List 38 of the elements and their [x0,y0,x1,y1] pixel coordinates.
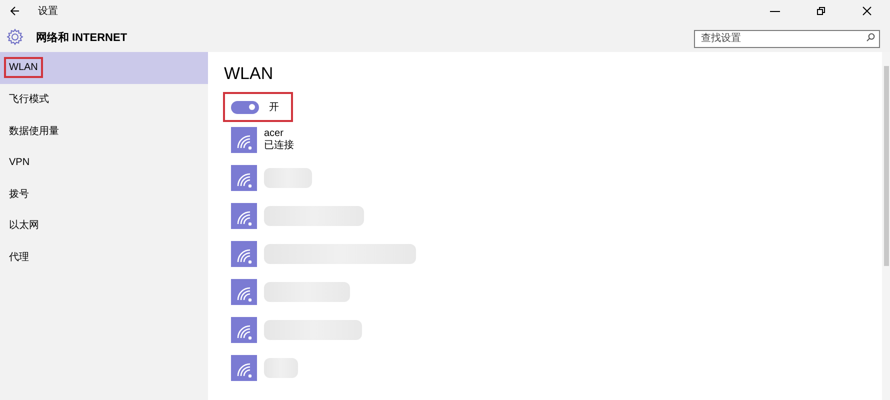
toggle-switch[interactable] [231,100,259,114]
close-icon [862,6,872,16]
wifi-icon [231,355,257,381]
gear-icon [6,28,24,46]
search-icon [866,32,875,42]
sidebar-item[interactable]: 数据使用量 [0,115,208,146]
highlight-frame: 数据使用量 [4,118,64,143]
highlight-frame: WLAN [4,57,43,78]
network-name: acer [264,128,284,140]
sidebar-item[interactable]: 拨号 [0,178,208,210]
toggle-label: 开 [269,101,279,114]
sidebar-item[interactable]: 以太网 [0,210,208,241]
wifi-icon [231,279,257,305]
wifi-icon [231,165,257,191]
blurred-network-name [264,168,312,188]
page-title: WLAN [224,64,274,84]
blurred-network-name [264,358,298,378]
section-title: 网络和 INTERNET [36,30,128,44]
highlight-frame: 代理 [4,244,34,269]
sidebar-item[interactable]: 代理 [0,241,208,272]
wifi-icon [231,241,257,267]
window-title: 设置 [38,4,59,18]
wifi-icon [231,127,257,153]
network-item[interactable]: acer 已连接 [231,127,294,153]
wifi-icon [231,203,257,229]
scrollbar[interactable] [882,52,890,400]
highlight-frame: VPN [4,152,35,173]
highlight-frame: 以太网 [4,213,44,238]
sidebar-item[interactable]: 飞行模式 [0,84,208,115]
search-field[interactable]: 查找设置 [694,30,880,48]
sidebar-item[interactable]: WLAN [0,52,208,84]
sidebar-item[interactable]: VPN [0,146,208,178]
wifi-icon [231,317,257,343]
back-icon[interactable] [10,6,20,16]
highlight-frame: 飞行模式 [4,87,54,112]
restore-icon [816,6,826,16]
network-status: 已连接 [264,140,294,152]
highlight-frame: 拨号 [4,182,34,206]
